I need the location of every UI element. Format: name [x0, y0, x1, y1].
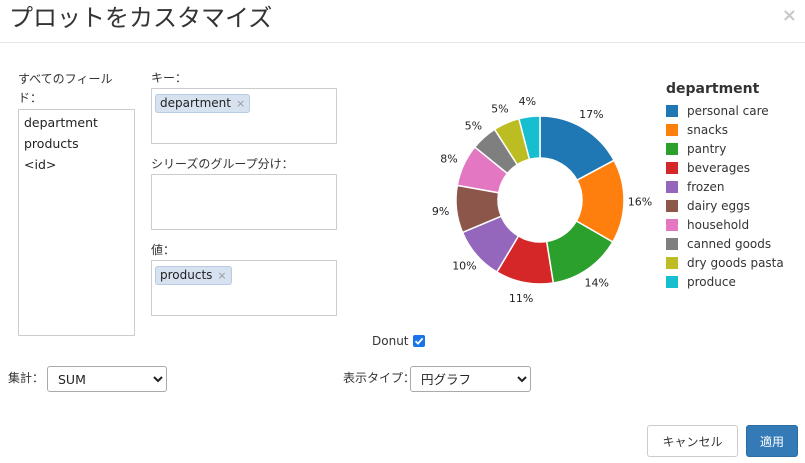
legend-swatch: [666, 199, 678, 212]
legend-swatch: [666, 256, 678, 269]
display-type-select[interactable]: 円グラフ: [410, 366, 531, 392]
series-group-label: シリーズのグループ分け：: [151, 157, 294, 171]
legend-item[interactable]: snacks: [666, 120, 784, 139]
legend-swatch: [666, 161, 678, 174]
remove-icon[interactable]: ×: [236, 97, 245, 110]
legend-item[interactable]: frozen: [666, 177, 784, 196]
key-chip-label: department: [160, 96, 231, 110]
donut-option: Donut: [372, 333, 425, 349]
legend-label: personal care: [687, 103, 769, 118]
donut-label: Donut: [372, 334, 409, 348]
dialog-header: プロットをカスタマイズ ×: [0, 0, 805, 43]
legend-swatch: [666, 142, 678, 155]
legend-label: dry goods pasta: [687, 255, 784, 270]
key-chip-department[interactable]: department ×: [155, 93, 251, 113]
legend-item[interactable]: produce: [666, 272, 784, 291]
legend-label: household: [687, 217, 750, 232]
slice-percent-label: 14%: [584, 276, 608, 289]
value-chip-products[interactable]: products ×: [155, 265, 232, 285]
slice-percent-label: 16%: [628, 196, 652, 209]
keys-dropzone[interactable]: department ×: [151, 88, 337, 144]
slice-percent-label: 11%: [509, 292, 533, 305]
close-icon[interactable]: ×: [782, 6, 797, 26]
legend-label: frozen: [687, 179, 725, 194]
series-group-dropzone[interactable]: [151, 174, 337, 230]
field-item[interactable]: department: [24, 112, 129, 133]
value-chip-label: products: [160, 268, 213, 282]
slice-percent-label: 5%: [465, 119, 482, 132]
legend-item[interactable]: beverages: [666, 158, 784, 177]
legend-label: beverages: [687, 160, 751, 175]
legend-swatch: [666, 104, 678, 117]
legend-swatch: [666, 180, 678, 193]
donut-checkbox[interactable]: [412, 335, 425, 347]
apply-button[interactable]: 適用: [746, 425, 798, 457]
aggregation-select[interactable]: SUM: [47, 366, 167, 392]
legend-label: pantry: [687, 141, 727, 156]
legend-swatch: [666, 275, 678, 288]
slice-percent-label: 4%: [519, 95, 536, 108]
display-type-label: 表示タイプ：: [343, 371, 416, 385]
legend-swatch: [666, 123, 678, 136]
values-label: 値：: [151, 243, 176, 257]
legend-label: snacks: [687, 122, 729, 137]
field-item[interactable]: products: [24, 133, 129, 154]
legend-label: canned goods: [687, 236, 772, 251]
cancel-button[interactable]: キャンセル: [647, 425, 738, 457]
legend-item[interactable]: dry goods pasta: [666, 253, 784, 272]
remove-icon[interactable]: ×: [217, 269, 226, 282]
slice-percent-label: 17%: [579, 108, 603, 121]
legend-item[interactable]: pantry: [666, 139, 784, 158]
legend-item[interactable]: personal care: [666, 101, 784, 120]
donut-chart: 17% 16% 14% 11% 10% 9% 8% 5% 5% 4%: [432, 95, 652, 305]
slice-percent-label: 8%: [440, 152, 457, 165]
all-fields-label: すべてのフィールド：: [18, 72, 113, 105]
legend-item[interactable]: household: [666, 215, 784, 234]
slice-percent-label: 10%: [452, 259, 476, 272]
dialog-title: プロットをカスタマイズ: [9, 4, 273, 32]
slice-percent-label: 5%: [491, 102, 508, 115]
legend-swatch: [666, 237, 678, 250]
legend-label: dairy eggs: [687, 198, 751, 213]
values-dropzone[interactable]: products ×: [151, 260, 337, 316]
legend-item[interactable]: canned goods: [666, 234, 784, 253]
legend-title: department: [666, 81, 760, 97]
keys-label: キー：: [151, 71, 188, 85]
field-item[interactable]: <id>: [24, 154, 129, 175]
checkmark-icon: [414, 337, 423, 345]
legend-item[interactable]: dairy eggs: [666, 196, 784, 215]
all-fields-list[interactable]: department products <id>: [18, 109, 135, 336]
slice-percent-label: 9%: [432, 205, 449, 218]
aggregation-label: 集計：: [8, 371, 45, 385]
legend-swatch: [666, 218, 678, 231]
legend-label: produce: [687, 274, 736, 289]
chart-legend: department personal care snacks pantry beve…: [666, 80, 784, 291]
